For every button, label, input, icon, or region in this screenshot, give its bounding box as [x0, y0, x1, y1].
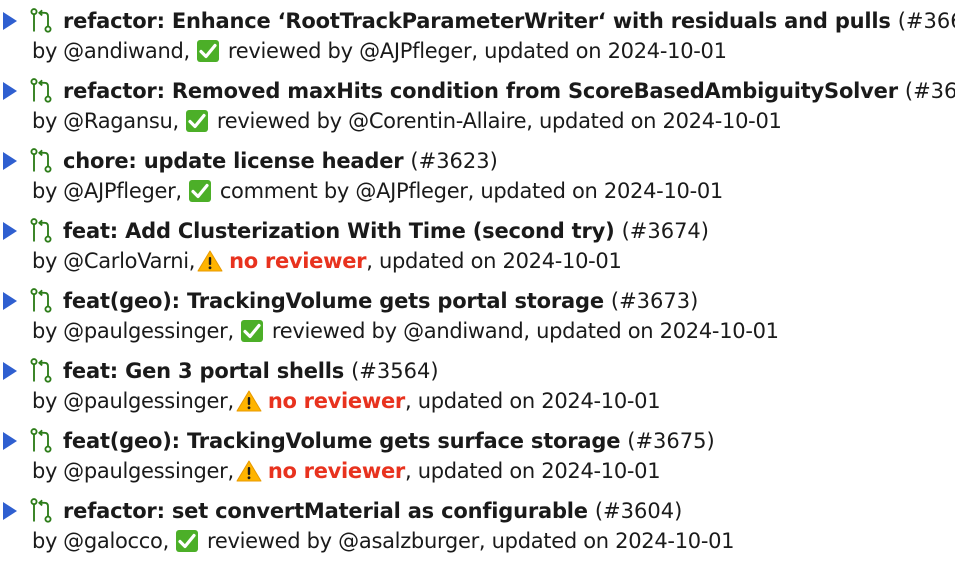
pr-header[interactable]: chore: update license header (#3623) — [0, 145, 498, 177]
pr-meta: by @galocco, reviewed by @asalzburger, u… — [32, 526, 735, 556]
pr-meta: by @paulgessinger, no reviewer , updated… — [32, 386, 661, 416]
pr-meta: by @paulgessinger, reviewed by @andiwand… — [32, 316, 779, 346]
pr-number[interactable]: (#3674) — [622, 219, 709, 243]
pr-title[interactable]: refactor: Enhance ‘RootTrackParameterWri… — [63, 9, 891, 33]
pr-title[interactable]: refactor: set convertMaterial as configu… — [63, 499, 588, 523]
triangle-right-icon[interactable] — [3, 502, 17, 520]
pr-list: refactor: Enhance ‘RootTrackParameterWri… — [0, 0, 955, 562]
review-status: , updated on 2024-10-01 — [404, 459, 661, 483]
pull-request-icon — [27, 217, 55, 245]
pr-number[interactable]: (#3675) — [627, 429, 714, 453]
pr-author[interactable]: @CarloVarni, — [63, 249, 195, 273]
pr-number[interactable]: (#3564) — [351, 359, 438, 383]
review-status: , updated on 2024-10-01 — [404, 389, 661, 413]
triangle-right-icon[interactable] — [3, 152, 17, 170]
pr-meta: by @CarloVarni, no reviewer , updated on… — [32, 246, 622, 276]
pr-meta: by @AJPfleger, comment by @AJPfleger, up… — [32, 176, 723, 206]
by-label: by — [32, 389, 58, 413]
review-status: reviewed by @andiwand, updated on 2024-1… — [271, 319, 779, 343]
review-status: comment by @AJPfleger, updated on 2024-1… — [219, 179, 723, 203]
pr-title[interactable]: chore: update license header — [63, 149, 404, 173]
pr-item: refactor: Enhance ‘RootTrackParameterWri… — [0, 2, 955, 72]
checkmark-icon — [175, 529, 199, 553]
pull-request-icon — [27, 497, 55, 525]
pr-header[interactable]: refactor: Enhance ‘RootTrackParameterWri… — [0, 5, 955, 37]
pr-item: feat: Add Clusterization With Time (seco… — [0, 212, 955, 282]
pr-header[interactable]: refactor: set convertMaterial as configu… — [0, 495, 682, 527]
by-label: by — [32, 529, 58, 553]
pull-request-icon — [27, 357, 55, 385]
triangle-right-icon[interactable] — [3, 12, 17, 30]
checkmark-icon — [240, 319, 264, 343]
pr-author[interactable]: @paulgessinger, — [63, 459, 234, 483]
review-status: reviewed by @AJPfleger, updated on 2024-… — [227, 39, 727, 63]
by-label: by — [32, 459, 58, 483]
triangle-right-icon[interactable] — [3, 432, 17, 450]
review-status: reviewed by @Corentin-Allaire, updated o… — [216, 109, 782, 133]
pull-request-icon — [27, 427, 55, 455]
no-reviewer-label: no reviewer — [267, 459, 405, 483]
pr-title[interactable]: refactor: Removed maxHits condition from… — [63, 79, 898, 103]
pr-item: feat(geo): TrackingVolume gets surface s… — [0, 422, 955, 492]
triangle-right-icon[interactable] — [3, 82, 17, 100]
triangle-right-icon[interactable] — [3, 362, 17, 380]
no-reviewer-label: no reviewer — [229, 249, 367, 273]
checkmark-icon — [185, 109, 209, 133]
pull-request-icon — [27, 7, 55, 35]
pr-author[interactable]: @paulgessinger, — [63, 319, 234, 343]
pr-title[interactable]: feat: Gen 3 portal shells — [63, 359, 344, 383]
no-reviewer-label: no reviewer — [267, 389, 405, 413]
pr-author[interactable]: @Ragansu, — [63, 109, 179, 133]
review-status: reviewed by @asalzburger, updated on 202… — [206, 529, 735, 553]
by-label: by — [32, 249, 58, 273]
pr-author[interactable]: @AJPfleger, — [63, 179, 182, 203]
pr-author[interactable]: @paulgessinger, — [63, 389, 234, 413]
by-label: by — [32, 39, 58, 63]
pr-meta: by @Ragansu, reviewed by @Corentin-Allai… — [32, 106, 782, 136]
pr-header[interactable]: refactor: Removed maxHits condition from… — [0, 75, 955, 107]
pull-request-icon — [27, 77, 55, 105]
triangle-right-icon[interactable] — [3, 292, 17, 310]
pr-item: refactor: set convertMaterial as configu… — [0, 492, 955, 562]
warning-icon — [197, 249, 223, 273]
pr-number[interactable]: (#3666) — [898, 9, 955, 33]
pr-title[interactable]: feat(geo): TrackingVolume gets portal st… — [63, 289, 604, 313]
pull-request-icon — [27, 147, 55, 175]
checkmark-icon — [196, 39, 220, 63]
pull-request-icon — [27, 287, 55, 315]
pr-title[interactable]: feat(geo): TrackingVolume gets surface s… — [63, 429, 620, 453]
pr-number[interactable]: (#3673) — [611, 289, 698, 313]
pr-item: chore: update license header (#3623) by … — [0, 142, 955, 212]
pr-header[interactable]: feat(geo): TrackingVolume gets surface s… — [0, 425, 715, 457]
review-status: , updated on 2024-10-01 — [366, 249, 622, 273]
warning-icon — [236, 389, 262, 413]
pr-item: feat: Gen 3 portal shells (#3564) by @pa… — [0, 352, 955, 422]
by-label: by — [32, 109, 58, 133]
pr-meta: by @andiwand, reviewed by @AJPfleger, up… — [32, 36, 727, 66]
warning-icon — [236, 459, 262, 483]
by-label: by — [32, 179, 58, 203]
pr-header[interactable]: feat: Gen 3 portal shells (#3564) — [0, 355, 439, 387]
pr-number[interactable]: (#3604) — [595, 499, 682, 523]
pr-header[interactable]: feat(geo): TrackingVolume gets portal st… — [0, 285, 698, 317]
pr-author[interactable]: @andiwand, — [63, 39, 190, 63]
pr-meta: by @paulgessinger, no reviewer , updated… — [32, 456, 661, 486]
checkmark-icon — [188, 179, 212, 203]
triangle-right-icon[interactable] — [3, 222, 17, 240]
pr-author[interactable]: @galocco, — [63, 529, 169, 553]
pr-number[interactable]: (#3676) — [905, 79, 955, 103]
pr-number[interactable]: (#3623) — [410, 149, 497, 173]
pr-title[interactable]: feat: Add Clusterization With Time (seco… — [63, 219, 615, 243]
by-label: by — [32, 319, 58, 343]
pr-item: refactor: Removed maxHits condition from… — [0, 72, 955, 142]
pr-item: feat(geo): TrackingVolume gets portal st… — [0, 282, 955, 352]
pr-header[interactable]: feat: Add Clusterization With Time (seco… — [0, 215, 709, 247]
